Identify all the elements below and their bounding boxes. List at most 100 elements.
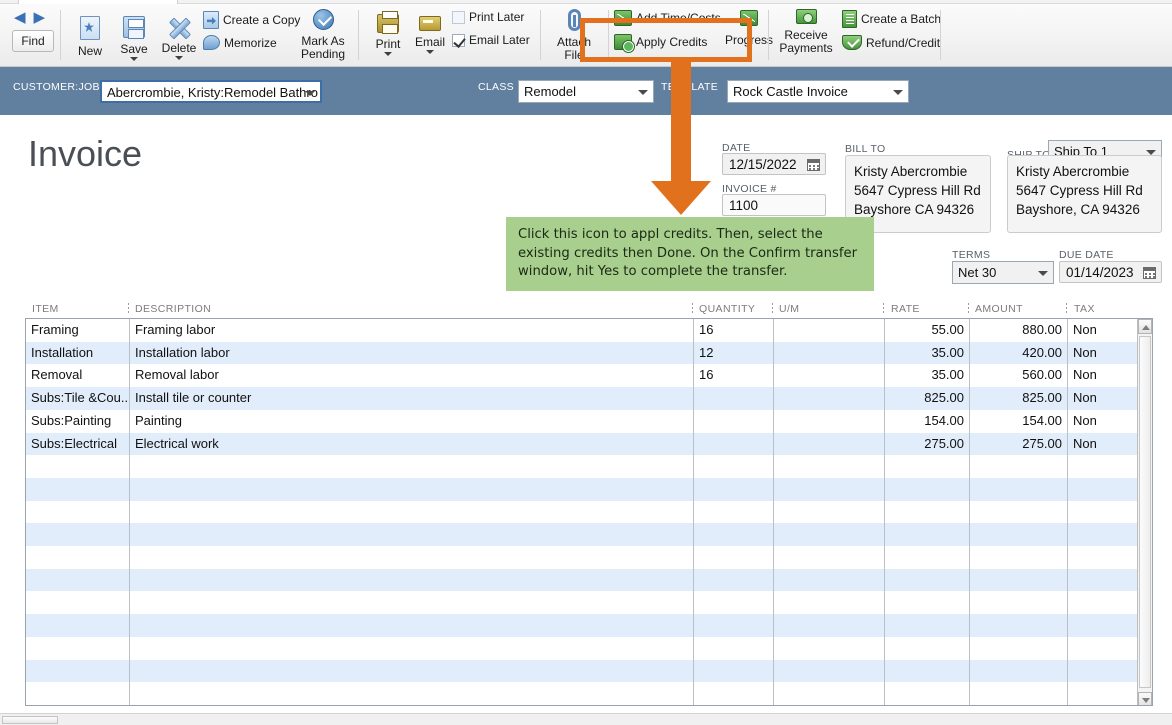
cell-amount[interactable]: 825.00 — [970, 387, 1067, 410]
cell-description[interactable]: Removal labor — [130, 364, 693, 387]
email-later-checkbox[interactable]: Email Later — [452, 33, 530, 47]
column-header-um[interactable]: U/M — [779, 303, 799, 315]
table-row[interactable] — [26, 591, 1139, 614]
table-row[interactable] — [26, 637, 1139, 660]
refund-credit-button[interactable]: Refund/Credit — [842, 35, 940, 50]
cell-amount[interactable]: 560.00 — [970, 364, 1067, 387]
checkbox-unchecked-icon[interactable] — [452, 11, 465, 24]
table-row[interactable] — [26, 455, 1139, 478]
cell-quantity[interactable] — [694, 410, 773, 433]
column-resizer[interactable] — [772, 303, 773, 315]
cell-tax[interactable]: Non — [1068, 364, 1137, 387]
cell-item[interactable]: Subs:Painting — [26, 410, 129, 433]
cell-tax[interactable]: Non — [1068, 410, 1137, 433]
scroll-up-button[interactable] — [1138, 319, 1152, 334]
mark-as-pending-button[interactable]: Mark As Pending — [293, 9, 353, 61]
column-resizer[interactable] — [883, 303, 884, 315]
window-horizontal-scrollbar[interactable] — [0, 713, 1172, 725]
column-resizer[interactable] — [1066, 303, 1067, 315]
cell-rate[interactable]: 825.00 — [885, 387, 969, 410]
progress-button[interactable]: Progress — [718, 10, 780, 47]
table-row[interactable]: Subs:PaintingPainting154.00154.00Non — [26, 410, 1139, 433]
cell-um[interactable] — [774, 364, 884, 387]
grid-vertical-scrollbar[interactable] — [1137, 319, 1152, 706]
scrollbar-thumb[interactable] — [1139, 336, 1151, 688]
table-row[interactable] — [26, 523, 1139, 546]
column-header-quantity[interactable]: QUANTITY — [699, 303, 755, 315]
checkbox-checked-icon[interactable] — [452, 34, 465, 47]
cell-tax[interactable]: Non — [1068, 387, 1137, 410]
cell-um[interactable] — [774, 387, 884, 410]
class-dropdown[interactable]: Remodel — [518, 80, 654, 103]
table-row[interactable]: FramingFraming labor1655.00880.00Non — [26, 319, 1139, 342]
apply-credits-button[interactable]: Apply Credits — [614, 34, 707, 50]
chevron-down-icon[interactable] — [130, 57, 138, 61]
column-resizer[interactable] — [128, 303, 129, 315]
calendar-icon[interactable] — [807, 159, 820, 171]
cell-tax[interactable]: Non — [1068, 319, 1137, 342]
create-a-batch-button[interactable]: Create a Batch — [842, 10, 941, 28]
print-button[interactable]: Print — [369, 14, 407, 56]
cell-quantity[interactable] — [694, 387, 773, 410]
chevron-down-icon[interactable] — [1038, 271, 1048, 276]
print-later-checkbox[interactable]: Print Later — [452, 10, 524, 24]
attach-file-button[interactable]: Attach File — [548, 9, 600, 62]
cell-description[interactable]: Framing labor — [130, 319, 693, 342]
new-button[interactable]: New — [73, 16, 107, 58]
find-button[interactable]: Find — [12, 30, 54, 52]
due-date-field[interactable]: 01/14/2023 — [1059, 261, 1162, 283]
chevron-down-icon[interactable] — [638, 90, 648, 95]
table-row[interactable] — [26, 660, 1139, 683]
cell-um[interactable] — [774, 410, 884, 433]
cell-item[interactable]: Removal — [26, 364, 129, 387]
chevron-down-icon[interactable] — [305, 91, 315, 96]
cell-um[interactable] — [774, 319, 884, 342]
cell-tax[interactable]: Non — [1068, 433, 1137, 456]
cell-quantity[interactable]: 16 — [694, 364, 773, 387]
template-dropdown[interactable]: Rock Castle Invoice — [727, 80, 909, 103]
column-header-item[interactable]: ITEM — [32, 303, 59, 315]
column-header-amount[interactable]: AMOUNT — [975, 303, 1023, 315]
column-resizer[interactable] — [692, 303, 693, 315]
cell-item[interactable]: Framing — [26, 319, 129, 342]
cell-um[interactable] — [774, 342, 884, 365]
cell-description[interactable]: Painting — [130, 410, 693, 433]
create-a-copy-button[interactable]: Create a Copy — [203, 11, 300, 29]
memorize-button[interactable]: Memorize — [203, 35, 277, 50]
table-row[interactable] — [26, 501, 1139, 524]
cell-item[interactable]: Subs:Tile &Cou... — [26, 387, 129, 410]
cell-description[interactable]: Electrical work — [130, 433, 693, 456]
table-row[interactable] — [26, 569, 1139, 592]
forward-arrow-icon[interactable]: ▶ — [34, 10, 46, 25]
invoice-number-field[interactable]: 1100 — [722, 194, 826, 216]
table-row[interactable] — [26, 614, 1139, 637]
cell-amount[interactable]: 420.00 — [970, 342, 1067, 365]
cell-quantity[interactable]: 12 — [694, 342, 773, 365]
table-row[interactable]: Subs:Tile &Cou...Install tile or counter… — [26, 387, 1139, 410]
table-row[interactable]: InstallationInstallation labor1235.00420… — [26, 342, 1139, 365]
chevron-down-icon[interactable] — [175, 56, 183, 60]
cell-quantity[interactable] — [694, 433, 773, 456]
cell-description[interactable]: Install tile or counter — [130, 387, 693, 410]
table-row[interactable]: RemovalRemoval labor1635.00560.00Non — [26, 364, 1139, 387]
delete-button[interactable]: Delete — [158, 17, 200, 60]
cell-rate[interactable]: 275.00 — [885, 433, 969, 456]
receive-payments-button[interactable]: Receive Payments — [774, 9, 838, 55]
terms-dropdown[interactable]: Net 30 — [952, 261, 1054, 284]
chevron-down-icon[interactable] — [426, 50, 434, 54]
cell-rate[interactable]: 154.00 — [885, 410, 969, 433]
table-row[interactable] — [26, 546, 1139, 569]
cell-amount[interactable]: 275.00 — [970, 433, 1067, 456]
save-button[interactable]: Save — [116, 16, 152, 61]
email-button[interactable]: Email — [411, 16, 449, 54]
cell-tax[interactable]: Non — [1068, 342, 1137, 365]
cell-item[interactable]: Installation — [26, 342, 129, 365]
column-header-tax[interactable]: TAX — [1074, 303, 1095, 315]
cell-quantity[interactable]: 16 — [694, 319, 773, 342]
back-arrow-icon[interactable]: ◀ — [14, 10, 26, 25]
cell-um[interactable] — [774, 433, 884, 456]
cell-amount[interactable]: 880.00 — [970, 319, 1067, 342]
chevron-down-icon[interactable] — [384, 52, 392, 56]
table-row[interactable]: Subs:ElectricalElectrical work275.00275.… — [26, 433, 1139, 456]
column-header-description[interactable]: DESCRIPTION — [135, 303, 211, 315]
